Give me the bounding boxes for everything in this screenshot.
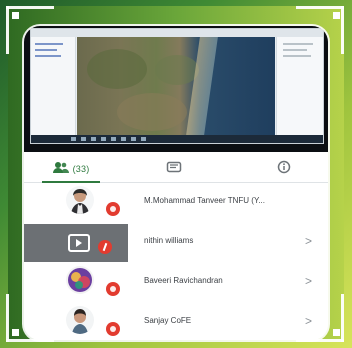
map-terrain bbox=[87, 49, 147, 89]
taskbar-icon bbox=[111, 137, 116, 141]
desktop-toolbar bbox=[31, 29, 323, 37]
desktop-taskbar bbox=[31, 135, 323, 143]
play-icon bbox=[76, 239, 82, 247]
participant-name: M.Mohammad Tanveer TNFU (Y... bbox=[144, 196, 265, 205]
status-dot bbox=[110, 286, 116, 292]
participant-name: Sanjay CoFE bbox=[144, 316, 192, 325]
status-badge bbox=[106, 202, 120, 216]
participant-name: nithin williams bbox=[144, 236, 194, 245]
taskbar-icon bbox=[101, 137, 106, 141]
corner-dash bbox=[6, 6, 54, 9]
corner-square bbox=[12, 12, 19, 19]
corner-dash bbox=[6, 6, 9, 54]
status-dot bbox=[110, 206, 116, 212]
corner-square bbox=[12, 329, 19, 336]
taskbar-icon bbox=[141, 137, 146, 141]
tree-line bbox=[35, 49, 57, 51]
taskbar-icon bbox=[131, 137, 136, 141]
chevron-right-icon[interactable]: > bbox=[305, 234, 312, 248]
shared-desktop bbox=[30, 28, 324, 144]
tree-line bbox=[35, 55, 61, 57]
tree-line bbox=[35, 43, 63, 45]
corner-dash bbox=[6, 294, 9, 342]
corner-dash bbox=[341, 6, 344, 54]
panel-line bbox=[283, 55, 311, 57]
avatar-person bbox=[66, 306, 94, 334]
screen-share-tile bbox=[24, 224, 128, 262]
participant-name: Baveeri Ravichandran bbox=[144, 276, 223, 285]
tab-info[interactable] bbox=[262, 156, 306, 182]
chat-icon bbox=[166, 160, 182, 178]
taskbar-icon bbox=[91, 137, 96, 141]
participant-row[interactable]: M.Mohammad Tanveer TNFU (Y... > bbox=[24, 184, 328, 222]
corner-square bbox=[333, 12, 340, 19]
participant-avatar-wrap bbox=[32, 306, 128, 340]
chevron-right-icon[interactable]: > bbox=[305, 314, 312, 328]
mic-muted-icon bbox=[98, 240, 112, 254]
participant-avatar-wrap bbox=[32, 266, 128, 300]
taskbar-icon bbox=[81, 137, 86, 141]
status-dot bbox=[110, 326, 116, 332]
layers-panel bbox=[31, 37, 76, 135]
participant-count: (33) bbox=[72, 164, 90, 174]
info-icon bbox=[277, 160, 291, 179]
tab-chat[interactable] bbox=[152, 156, 196, 182]
properties-panel bbox=[276, 37, 323, 135]
avatar-illustration bbox=[66, 266, 94, 294]
corner-dash bbox=[296, 6, 344, 9]
participant-avatar-wrap bbox=[32, 186, 128, 220]
participant-list: M.Mohammad Tanveer TNFU (Y... > nithin w… bbox=[24, 184, 328, 340]
panel-line bbox=[283, 43, 313, 45]
map-terrain bbox=[155, 55, 199, 85]
participants-icon bbox=[52, 160, 69, 178]
active-tab-indicator bbox=[42, 181, 100, 183]
status-badge bbox=[106, 282, 120, 296]
panel-line bbox=[283, 49, 307, 51]
chevron-right-icon[interactable]: > bbox=[305, 274, 312, 288]
taskbar-icon bbox=[121, 137, 126, 141]
participant-row[interactable]: Sanjay CoFE > bbox=[24, 304, 328, 340]
participant-row[interactable]: Baveeri Ravichandran > bbox=[24, 264, 328, 302]
status-badge bbox=[106, 322, 120, 336]
corner-square bbox=[333, 329, 340, 336]
phone-screen: (33) M.Mohammad Tanveer TNFU (Y... nithi… bbox=[24, 26, 328, 340]
shared-screen-view[interactable] bbox=[24, 26, 328, 152]
participant-row[interactable]: nithin williams > bbox=[24, 224, 328, 262]
corner-dash bbox=[341, 294, 344, 342]
avatar-man-suit bbox=[66, 186, 94, 214]
tab-participants[interactable]: (33) bbox=[42, 156, 100, 182]
screen-share-icon bbox=[68, 234, 90, 252]
map-terrain bbox=[117, 93, 187, 131]
tab-bar: (33) bbox=[24, 156, 328, 183]
satellite-map bbox=[77, 37, 275, 135]
coastline bbox=[186, 37, 218, 135]
taskbar-icon bbox=[71, 137, 76, 141]
mic-slash bbox=[102, 242, 108, 252]
